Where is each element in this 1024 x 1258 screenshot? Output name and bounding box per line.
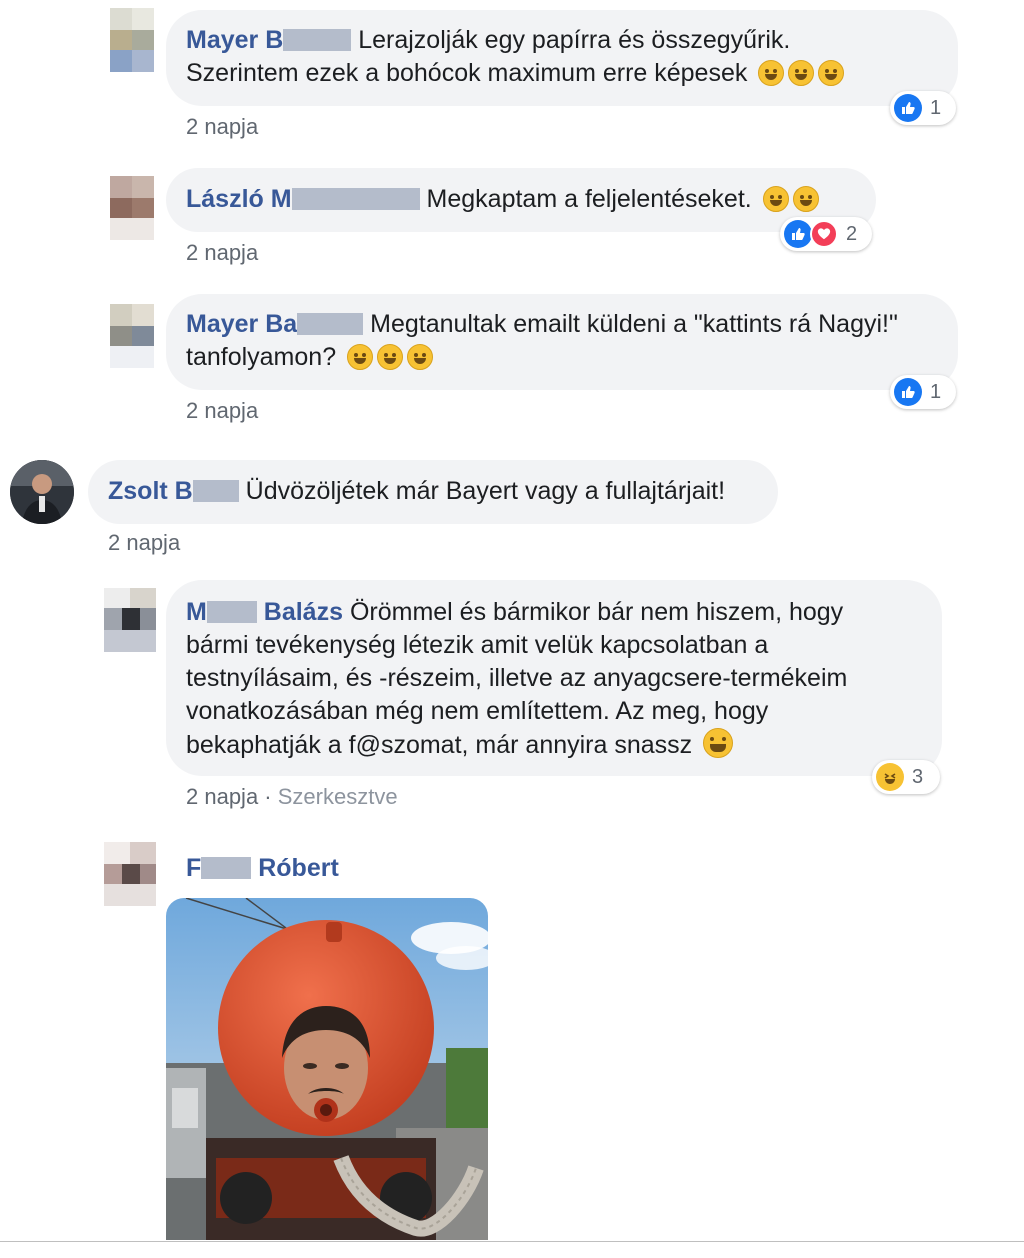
reaction-summary[interactable]: 1 [890,91,956,125]
comment-author[interactable]: Mayer Ba [186,310,364,338]
comment-bubble: Mayer B Lerajzolják egy papírra és össze… [166,10,958,106]
comment-text: testnyílásaim, és -részeim, illetve az a… [186,664,848,692]
reaction-count: 1 [930,96,942,119]
comment-bubble: Zsolt B Üdvözöljétek már Bayert vagy a f… [88,460,778,524]
comment-bubble: László M Megkaptam a feljelentéseket. [166,168,876,232]
avatar[interactable] [110,176,154,240]
comment-text: Megtanultak emailt küldeni a "kattints r… [370,310,898,338]
comment-text: tanfolyamon? [186,343,337,371]
like-icon [784,220,812,248]
reaction-count: 3 [912,765,924,788]
love-icon [810,220,838,248]
comment-timestamp[interactable]: 2 napja [186,114,258,140]
reaction-summary[interactable]: 1 [890,375,956,409]
meme-photo[interactable] [166,898,488,1240]
comment-text: Örömmel és bármikor bár nem hiszem, hogy [349,598,844,626]
comment-text: Üdvözöljétek már Bayert vagy a fullajtár… [245,477,726,505]
like-icon [894,378,922,406]
comment-text: vonatkozásában még nem említettem. Az me… [186,697,769,725]
comment-timestamp[interactable]: 2 napja · Szerkesztve [186,784,398,810]
avatar[interactable] [110,8,154,72]
avatar[interactable] [10,460,74,524]
rofl-emoji [347,344,374,370]
avatar[interactable] [104,588,156,652]
comment-timestamp[interactable]: 2 napja [186,398,258,424]
divider [0,1241,1024,1242]
reaction-summary[interactable]: 3 [872,760,940,794]
rofl-emoji [377,344,404,370]
comment-text: bármi tevékenység létezik amit velük kap… [186,631,769,659]
avatar[interactable] [104,842,156,906]
comment-timestamp[interactable]: 2 napja [186,240,258,266]
smirk-emoji [792,186,819,212]
haha-icon [876,763,904,791]
reaction-summary[interactable]: 2 [780,217,872,251]
comment-bubble: M Balázs Örömmel és bármikor bár nem his… [166,580,942,776]
comment-text: Lerajzolják egy papírra és összegyűrik. [358,26,791,54]
grin-emoji [703,728,734,758]
comment-author[interactable]: F Róbert [186,854,339,883]
edited-label[interactable]: Szerkesztve [278,784,398,809]
comment-author[interactable]: Mayer B [186,26,352,54]
comment-text: Megkaptam a feljelentéseket. [426,185,752,213]
rofl-emoji [407,344,434,370]
comment-timestamp[interactable]: 2 napja [108,530,180,556]
rofl-emoji [788,60,815,86]
avatar[interactable] [110,304,154,368]
nerd-emoji [762,186,789,212]
comment-bubble: Mayer Ba Megtanultak emailt küldeni a "k… [166,294,958,390]
like-icon [894,94,922,122]
reaction-count: 1 [930,380,942,403]
comment-author[interactable]: Zsolt B [108,477,239,505]
comment-author[interactable]: M Balázs [186,598,343,626]
reaction-count: 2 [846,222,858,245]
rofl-emoji [818,60,845,86]
comment-author[interactable]: László M [186,185,420,213]
rofl-emoji [758,60,785,86]
comment-text: bekaphatják a f@szomat, már annyira snas… [186,731,693,759]
comment-text: Szerintem ezek a bohócok maximum erre ké… [186,59,748,87]
